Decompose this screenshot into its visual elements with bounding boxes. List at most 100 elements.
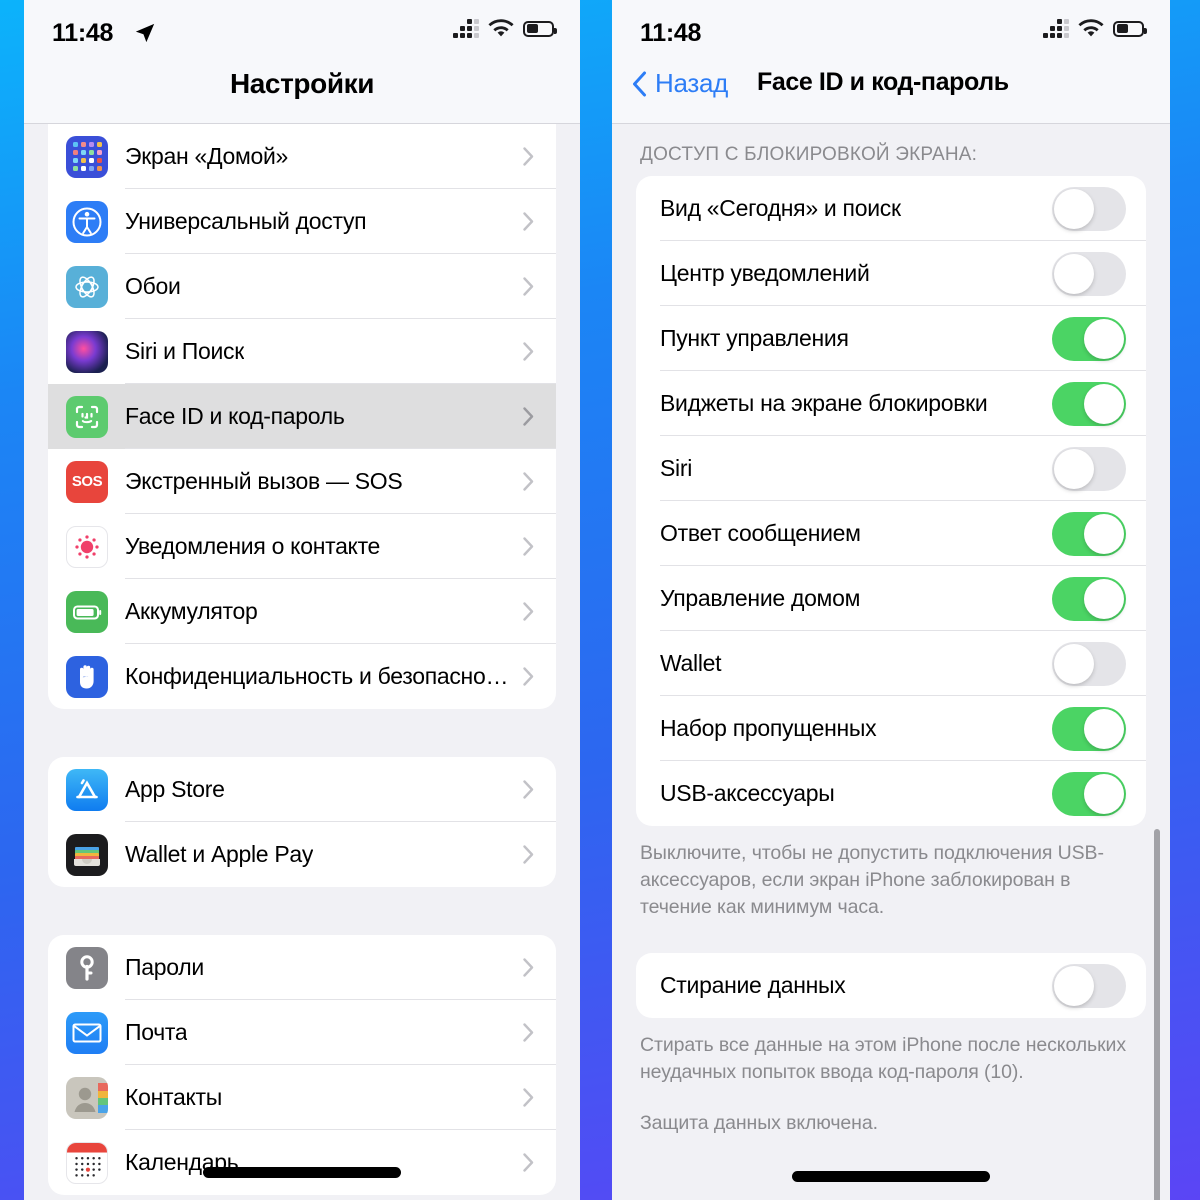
sidebar-item-siri[interactable]: Siri и Поиск (48, 319, 556, 384)
sidebar-item-emergency-sos[interactable]: SOS Экстренный вызов — SOS (48, 449, 556, 514)
toggle-row-lock-screen-widgets[interactable]: Виджеты на экране блокировки (636, 371, 1146, 436)
toggle-knob (1084, 513, 1124, 554)
toggle-label: Стирание данных (660, 972, 846, 998)
toggle-knob (1084, 318, 1124, 359)
sidebar-item-label: Универсальный доступ (125, 208, 367, 234)
toggle-label: Набор пропущенных (660, 715, 877, 741)
settings-scroll-area[interactable]: Экран «Домой» Универсальный доступ Обои … (24, 124, 580, 1195)
sidebar-item-contact-alerts[interactable]: Уведомления о контакте (48, 514, 556, 579)
toggle-row-usb-accessories[interactable]: USB-аксессуары (636, 761, 1146, 826)
toggle-row-erase-data[interactable]: Стирание данных (636, 953, 1146, 1018)
nav-bar-left: Настройки (24, 68, 580, 124)
toggle-row-today-view[interactable]: Вид «Сегодня» и поиск (636, 176, 1146, 241)
toggle-knob (1054, 965, 1094, 1006)
passwords-key-icon (66, 946, 108, 989)
toggle-label: Виджеты на экране блокировки (660, 390, 988, 416)
cellular-signal-icon (453, 19, 479, 38)
face-id-phone-right: 11:48 Назад Face ID и код-пароль ДОСТУП … (612, 0, 1170, 1200)
toggle-row-wallet[interactable]: Wallet (636, 631, 1146, 696)
sidebar-item-label: Wallet и Apple Pay (125, 841, 314, 867)
sidebar-item-wallpaper[interactable]: Обои (48, 254, 556, 319)
mail-icon (66, 1011, 108, 1054)
erase-data-card: Стирание данных (636, 953, 1146, 1018)
face-id-scroll-area[interactable]: ДОСТУП С БЛОКИРОВКОЙ ЭКРАНА: Вид «Сегодн… (612, 124, 1170, 1200)
battery-app-icon (66, 590, 108, 633)
vertical-scrollbar[interactable] (1154, 829, 1160, 1200)
page-title: Face ID и код-пароль (757, 68, 1009, 96)
contact-alert-icon (66, 525, 108, 568)
sidebar-item-label: Siri и Поиск (125, 338, 244, 364)
toggle-knob (1084, 383, 1124, 424)
battery-icon (523, 20, 557, 37)
face-id-icon (66, 395, 108, 438)
toggle-row-reply-with-message[interactable]: Ответ сообщением (636, 501, 1146, 566)
status-bar-right: 11:48 (612, 0, 1170, 68)
sidebar-item-home-screen[interactable]: Экран «Домой» (48, 124, 556, 189)
privacy-hand-icon (66, 655, 108, 698)
chevron-right-icon (523, 212, 534, 231)
toggle-switch[interactable] (1052, 381, 1126, 426)
chevron-right-icon (523, 845, 534, 864)
sidebar-item-mail[interactable]: Почта (48, 1000, 556, 1065)
back-button-label: Назад (655, 68, 728, 98)
sidebar-item-battery[interactable]: Аккумулятор (48, 579, 556, 644)
toggle-switch[interactable] (1052, 316, 1126, 361)
chevron-right-icon (523, 602, 534, 621)
toggle-label: Пункт управления (660, 325, 849, 351)
status-icons-left (453, 19, 557, 38)
home-indicator (203, 1167, 401, 1178)
sidebar-item-wallet-apple-pay[interactable]: Wallet и Apple Pay (48, 822, 556, 887)
toggle-row-notification-center[interactable]: Центр уведомлений (636, 241, 1146, 306)
sidebar-item-contacts[interactable]: Контакты (48, 1065, 556, 1130)
toggle-row-siri[interactable]: Siri (636, 436, 1146, 501)
toggle-switch[interactable] (1052, 963, 1126, 1008)
toggle-switch[interactable] (1052, 576, 1126, 621)
toggle-switch[interactable] (1052, 771, 1126, 816)
chevron-right-icon (523, 342, 534, 361)
back-button[interactable]: Назад (632, 68, 728, 99)
accessibility-icon (66, 200, 108, 243)
toggle-row-control-center[interactable]: Пункт управления (636, 306, 1146, 371)
status-icons-right (1043, 19, 1147, 38)
toggle-row-return-missed-calls[interactable]: Набор пропущенных (636, 696, 1146, 761)
chevron-right-icon (523, 277, 534, 296)
sidebar-item-label: Экран «Домой» (125, 143, 289, 169)
status-bar-left: 11:48 (24, 0, 580, 68)
toggle-label: Wallet (660, 650, 722, 676)
toggle-switch[interactable] (1052, 706, 1126, 751)
app-store-icon (66, 768, 108, 811)
sidebar-item-calendar[interactable]: Календарь (48, 1130, 556, 1195)
section-header-lock-screen-access: ДОСТУП С БЛОКИРОВКОЙ ЭКРАНА: (640, 144, 978, 165)
sidebar-item-passwords[interactable]: Пароли (48, 935, 556, 1000)
chevron-right-icon (523, 537, 534, 556)
sidebar-item-accessibility[interactable]: Универсальный доступ (48, 189, 556, 254)
chevron-right-icon (523, 1023, 534, 1042)
home-indicator (792, 1171, 990, 1182)
toggle-knob (1054, 188, 1094, 229)
sidebar-item-privacy[interactable]: Конфиденциальность и безопасно… (48, 644, 556, 709)
page-title: Настройки (229, 68, 375, 99)
toggle-label: Управление домом (660, 585, 861, 611)
chevron-right-icon (523, 472, 534, 491)
toggle-label: USB-аксессуары (660, 780, 835, 806)
toggle-switch[interactable] (1052, 641, 1126, 686)
wallet-icon (66, 833, 108, 876)
toggle-switch[interactable] (1052, 446, 1126, 491)
toggle-label: Ответ сообщением (660, 520, 861, 546)
chevron-right-icon (523, 407, 534, 426)
settings-phone-left: 11:48 Настройки Экран «Домой» Универсаль… (24, 0, 580, 1200)
wifi-icon (488, 19, 514, 37)
wifi-icon (1078, 19, 1104, 37)
toggle-knob (1054, 643, 1094, 684)
sidebar-item-app-store[interactable]: App Store (48, 757, 556, 822)
toggle-switch[interactable] (1052, 186, 1126, 231)
toggle-label: Центр уведомлений (660, 260, 870, 286)
sidebar-item-face-id[interactable]: Face ID и код-пароль (48, 384, 556, 449)
toggle-switch[interactable] (1052, 251, 1126, 296)
settings-group-apps: Пароли Почта Контакты Календарь (48, 935, 556, 1195)
toggle-switch[interactable] (1052, 511, 1126, 556)
toggle-row-home-control[interactable]: Управление домом (636, 566, 1146, 631)
sidebar-item-label: Обои (125, 273, 181, 299)
calendar-icon (66, 1141, 108, 1184)
nav-bar-right: Назад Face ID и код-пароль (612, 68, 1170, 124)
